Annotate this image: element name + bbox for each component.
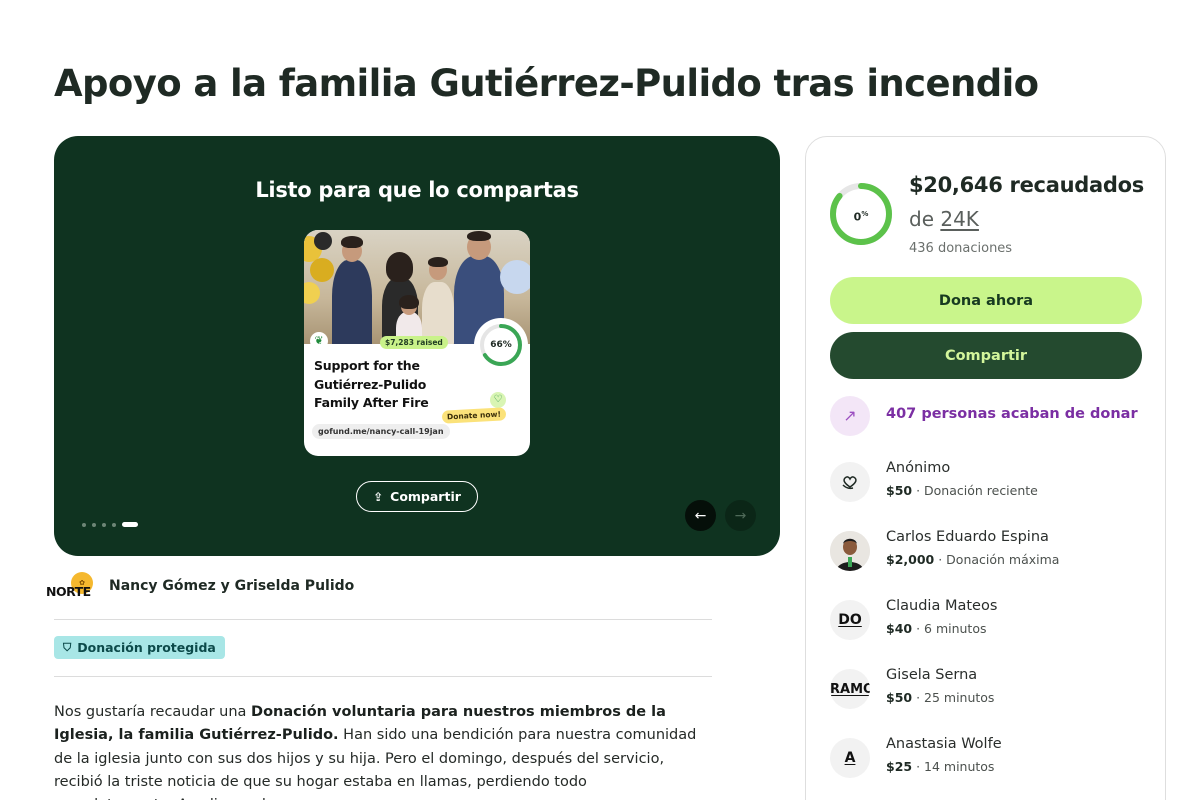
donor-name: Anastasia Wolfe [886,736,1002,752]
carousel-dot[interactable] [102,522,106,527]
shield-icon: ⛉ [63,640,72,654]
carousel-dot[interactable] [92,522,96,527]
trending-up-icon: ↗ [830,396,870,436]
donor-meta: $25 · 14 minutos [886,759,994,774]
donor-amount: $50 [886,690,913,705]
goal-value[interactable]: 24K [940,207,979,231]
donor-detail: · Donación máxima [934,552,1060,567]
donor-photo-avatar [830,531,870,571]
goal-line: de 24K [909,207,979,231]
raised-amount: $20,646 recaudados [909,173,1144,197]
recent-donors-notice: 407 personas acaban de donar [886,406,1138,422]
share-hero-card: Listo para que lo compartas ❦ $7,283 rai… [54,136,780,556]
donor-initials-avatar: DO [830,600,870,640]
donor-detail: · 25 minutos [912,690,995,705]
short-url: gofund.me/nancy-call-19jan [312,424,450,439]
campaign-share-preview: ❦ $7,283 raised 66% Support for the Guti… [304,230,530,456]
raised-chip: $7,283 raised [380,336,448,349]
donor-name: Gisela Serna [886,667,978,683]
donor-detail: · 14 minutos [912,759,995,774]
donor-amount: $40 [886,621,913,636]
card-progress-ring: 66% [474,318,528,372]
card-campaign-title: Support for the Gutiérrez-Pulido Family … [314,358,429,410]
heart-icon: ♡ [490,392,506,408]
donor-initials: DO [838,612,862,628]
campaign-story: Nos gustaría recaudar una Donación volun… [54,701,704,800]
donor-initials: RAMO [830,681,870,697]
organizer-logo-text: NORTE [46,584,91,599]
donor-amount: $50 [886,483,913,498]
carousel-next-button[interactable]: → [725,500,756,531]
donor-item: Anónimo $50 · Donación reciente [830,460,1150,504]
donor-meta: $50 · Donación reciente [886,483,1038,498]
arrow-left-icon: ← [694,507,707,524]
gofundme-logo-icon: ❦ [310,332,328,350]
divider [54,676,712,677]
carousel-dot[interactable] [112,522,116,527]
goal-progress-suffix: % [861,210,869,218]
upload-icon: ⇪ [373,489,384,504]
donor-meta: $40 · 6 minutos [886,621,987,636]
donor-item: A Anastasia Wolfe $25 · 14 minutos [830,736,1150,780]
goal-prefix: de [909,207,941,231]
donor-name: Claudia Mateos [886,598,998,614]
card-progress-label: 66% [490,340,512,350]
hero-share-label: Compartir [390,489,461,504]
donor-initials-avatar: A [830,738,870,778]
protected-badge-label: Donación protegida [77,640,216,655]
carousel-dot[interactable] [82,522,86,527]
donations-count: 436 donaciones [909,241,1013,256]
heart-hands-icon [830,462,870,502]
donate-now-chip: Donate now! [441,407,507,424]
donor-detail: · 6 minutos [912,621,987,636]
donation-sidebar: 0% $20,646 recaudados de 24K 436 donacio… [805,136,1166,800]
carousel-dot-active[interactable] [122,522,138,527]
story-intro: Nos gustaría recaudar una [54,704,252,720]
organizer-logo: ✿ NORTE [46,572,96,604]
donor-name: Carlos Eduardo Espina [886,529,1049,545]
donor-item: DO Claudia Mateos $40 · 6 minutos [830,598,1150,642]
carousel-dots [82,522,138,527]
donate-now-button[interactable]: Dona ahora [830,277,1142,324]
donor-meta: $50 · 25 minutos [886,690,994,705]
goal-progress-label: 0% [828,181,894,247]
donor-detail: · Donación reciente [912,483,1038,498]
donor-amount: $25 [886,759,913,774]
organizer-names[interactable]: Nancy Gómez y Griselda Pulido [109,578,354,594]
hero-heading: Listo para que lo compartas [255,178,579,202]
donor-amount: $2,000 [886,552,935,567]
arrow-right-icon: → [734,507,747,524]
goal-progress-ring: 0% [828,181,894,247]
share-button[interactable]: Compartir [830,332,1142,379]
donor-item: Carlos Eduardo Espina $2,000 · Donación … [830,529,1150,573]
hero-share-button[interactable]: ⇪ Compartir [356,481,478,512]
donor-initials: A [844,750,856,766]
donor-item: RAMO Gisela Serna $50 · 25 minutos [830,667,1150,711]
donor-name: Anónimo [886,460,951,476]
donor-initials-avatar: RAMO [830,669,870,709]
carousel-prev-button[interactable]: ← [685,500,716,531]
divider [54,619,712,620]
protected-donation-badge[interactable]: ⛉ Donación protegida [54,636,225,659]
donor-meta: $2,000 · Donación máxima [886,552,1059,567]
page-title: Apoyo a la familia Gutiérrez-Pulido tras… [54,62,1039,105]
